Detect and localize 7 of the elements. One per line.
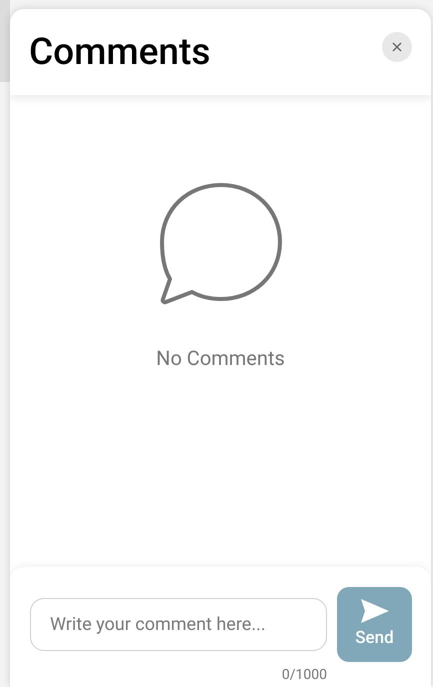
empty-message: No Comments <box>156 345 285 372</box>
panel-title: Comments <box>29 34 210 70</box>
close-icon <box>392 42 402 52</box>
send-icon <box>360 598 390 624</box>
comment-input-field[interactable]: Write your comment here... <box>30 598 327 651</box>
character-counter: 0/1000 <box>282 666 327 685</box>
close-button[interactable] <box>382 32 412 62</box>
